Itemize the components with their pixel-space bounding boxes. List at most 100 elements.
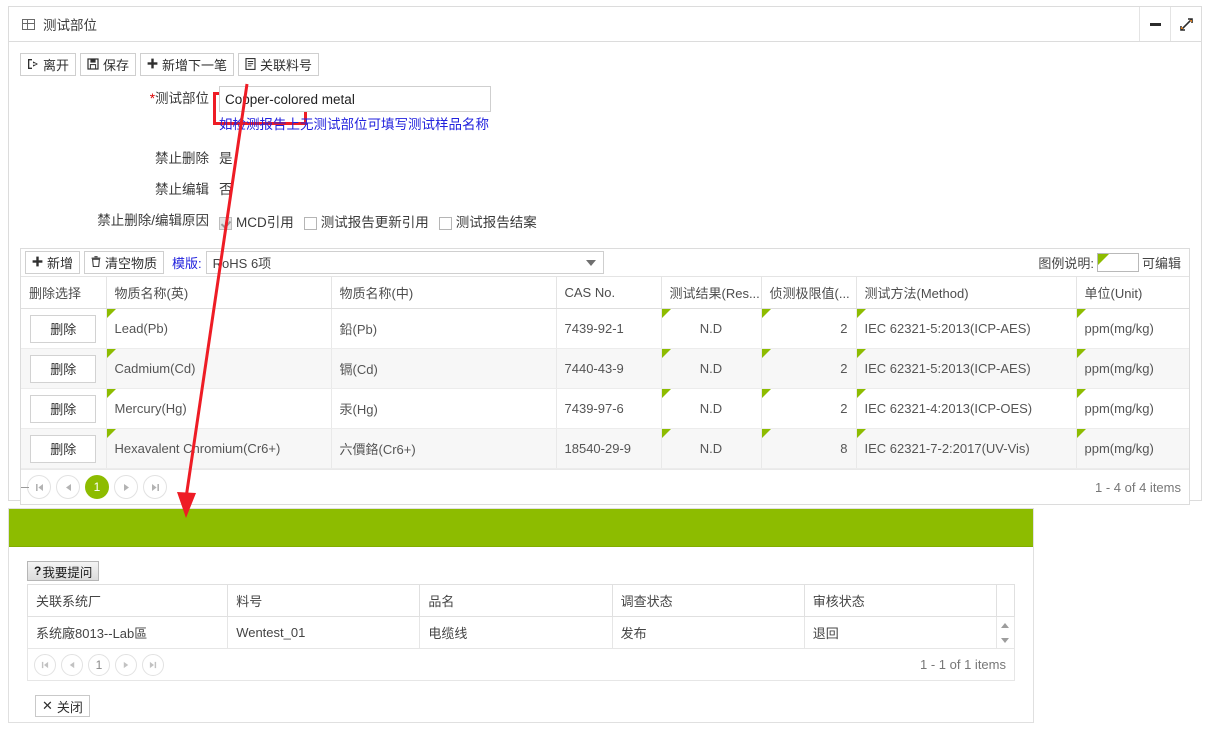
table-row: 系统廠8013--Lab區 Wentest_01 电缆线 发布 退回	[26, 616, 1016, 649]
col-part-no[interactable]: 料号	[227, 584, 421, 617]
col-result[interactable]: 测试结果(Res...	[661, 277, 762, 309]
checkbox-mcd-reference[interactable]: MCD引用	[219, 210, 294, 236]
cell-unit[interactable]: ppm(mg/kg)	[1076, 308, 1189, 349]
cell-result[interactable]: N.D	[661, 348, 762, 389]
col-detection-limit[interactable]: 侦测极限值(...	[761, 277, 857, 309]
test-part-input[interactable]	[219, 86, 491, 112]
checkbox-icon-mcd[interactable]	[219, 216, 232, 230]
cell-detection-limit[interactable]: 2	[761, 388, 857, 429]
plus-icon	[32, 256, 43, 269]
cell-detection-limit[interactable]: 8	[761, 428, 857, 469]
minimize-button[interactable]	[1139, 7, 1170, 41]
add-next-button-label: 新增下一笔	[162, 58, 228, 73]
cell-method[interactable]: IEC 62321-4:2013(ICP-OES)	[856, 388, 1077, 429]
reason-checkbox-group: MCD引用 测试报告更新引用 测试报告结案	[219, 208, 1201, 236]
grid-add-button[interactable]: 新增	[25, 251, 81, 274]
add-next-button[interactable]: 新增下一笔	[140, 53, 235, 76]
col-unit[interactable]: 单位(Unit)	[1076, 277, 1189, 309]
cell-unit[interactable]: ppm(mg/kg)	[1076, 348, 1189, 389]
col-cas-no[interactable]: CAS No.	[556, 277, 662, 309]
scroll-down-icon[interactable]	[1001, 637, 1010, 643]
substance-table-body: 删除 Lead(Pb) 鉛(Pb) 7439-92-1 N.D 2 IEC 62…	[21, 308, 1189, 469]
cell-method[interactable]: IEC 62321-7-2:2017(UV-Vis)	[856, 428, 1077, 469]
test-part-value-cell: 如检测报告上无测试部位可填写测试样品名称	[219, 86, 1201, 136]
grid-pager: 1 1 - 4 of 4 items	[21, 469, 1189, 504]
expand-button[interactable]	[1170, 7, 1201, 41]
legend-swatch-editable	[1096, 253, 1139, 272]
delete-row-button[interactable]: 删除	[30, 354, 97, 383]
checkbox-report-update-reference[interactable]: 测试报告更新引用	[303, 210, 429, 236]
vertical-scrollbar[interactable]	[995, 616, 1016, 649]
cell-result[interactable]: N.D	[661, 428, 762, 469]
delete-row-button[interactable]: 删除	[30, 394, 97, 423]
question-icon: ?	[34, 564, 42, 578]
link-part-no-button[interactable]: 关联料号	[238, 53, 320, 76]
delete-row-button[interactable]: 删除	[30, 434, 97, 463]
checkbox-icon-report-update[interactable]	[303, 216, 317, 230]
col-linked-system-plant[interactable]: 关联系统厂	[26, 584, 229, 617]
cell-method[interactable]: IEC 62321-5:2013(ICP-AES)	[856, 348, 1077, 389]
page-last-button[interactable]	[143, 475, 167, 499]
trash-icon	[91, 256, 101, 269]
cell-name-en[interactable]: Cadmium(Cd)	[106, 348, 332, 389]
col-name-cn[interactable]: 物质名称(中)	[331, 277, 557, 309]
cell-name-en[interactable]: Hexavalent Chromium(Cr6+)	[106, 428, 332, 469]
col-method[interactable]: 测试方法(Method)	[856, 277, 1077, 309]
linked-part-header-row: 关联系统厂 料号 品名 调查状态 审核状态	[26, 584, 1016, 617]
page-prev-button[interactable]	[56, 475, 80, 499]
template-dropdown-value: RoHS 6项	[212, 256, 272, 271]
checkbox-report-closed[interactable]: 测试报告结案	[438, 210, 537, 236]
reason-label: 禁止删除/编辑原因	[97, 213, 209, 228]
close-icon: ✕	[42, 698, 53, 713]
col-product-name[interactable]: 品名	[419, 584, 613, 617]
col-name-en[interactable]: 物质名称(英)	[106, 277, 332, 309]
page-number-button[interactable]: 1	[88, 653, 110, 676]
cell-detection-limit[interactable]: 2	[761, 308, 857, 349]
col-delete-select[interactable]: 删除选择	[21, 277, 107, 309]
cell-name-cn: 六價鉻(Cr6+)	[331, 428, 557, 469]
save-button[interactable]: 保存	[80, 53, 137, 76]
form-row-reason: 禁止删除/编辑原因 MCD引用 测试报告更新引用 测试报告结案	[9, 208, 1201, 236]
grid-toolbar: 新增 清空物质 模版: RoHS 6项 图例说明: 可编辑	[21, 249, 1189, 277]
leave-button[interactable]: 离开	[20, 53, 77, 76]
page-first-button[interactable]	[34, 653, 56, 676]
table-row: 删除 Cadmium(Cd) 镉(Cd) 7440-43-9 N.D 2 IEC…	[21, 348, 1189, 389]
page-number-button[interactable]: 1	[85, 475, 109, 499]
col-review-status[interactable]: 审核状态	[803, 584, 997, 617]
cell-unit[interactable]: ppm(mg/kg)	[1076, 388, 1189, 429]
cell-detection-limit[interactable]: 2	[761, 348, 857, 389]
expand-icon	[1179, 17, 1194, 32]
cell-unit[interactable]: ppm(mg/kg)	[1076, 428, 1189, 469]
substance-grid: 新增 清空物质 模版: RoHS 6项 图例说明: 可编辑 删除选择 物质名称(…	[20, 248, 1190, 505]
cell-delete: 删除	[21, 428, 107, 469]
checkbox-mcd-label: MCD引用	[236, 215, 294, 230]
col-survey-status[interactable]: 调查状态	[611, 584, 805, 617]
close-button[interactable]: ✕ 关闭	[35, 695, 90, 717]
grid-clear-substances-button[interactable]: 清空物质	[84, 251, 165, 274]
page-next-button[interactable]	[114, 475, 138, 499]
popup-pager-info: 1 - 1 of 1 items	[920, 657, 1006, 672]
linked-part-table-body: 系统廠8013--Lab區 Wentest_01 电缆线 发布 退回	[26, 616, 1016, 649]
col-scrollbar-spacer	[995, 584, 1016, 617]
app-screenshot: 测试部位 离开 保存 新增下一笔 关联料号 *测试部位 Copper-color…	[0, 0, 1210, 731]
cell-name-en[interactable]: Lead(Pb)	[106, 308, 332, 349]
cell-result[interactable]: N.D	[661, 388, 762, 429]
cell-cas-no: 7439-97-6	[556, 388, 662, 429]
cell-result[interactable]: N.D	[661, 308, 762, 349]
page-first-button[interactable]	[27, 475, 51, 499]
page-last-button[interactable]	[142, 653, 164, 676]
delete-row-button[interactable]: 删除	[30, 314, 97, 343]
cell-delete: 删除	[21, 388, 107, 429]
cell-method[interactable]: IEC 62321-5:2013(ICP-AES)	[856, 308, 1077, 349]
page-next-button[interactable]	[115, 653, 137, 676]
cell-cas-no: 7439-92-1	[556, 308, 662, 349]
template-dropdown[interactable]: RoHS 6项	[205, 251, 604, 274]
form-row-test-part: *测试部位 如检测报告上无测试部位可填写测试样品名称	[9, 86, 1201, 136]
reason-value-cell: MCD引用 测试报告更新引用 测试报告结案	[219, 208, 1201, 236]
table-row: 删除 Hexavalent Chromium(Cr6+) 六價鉻(Cr6+) 1…	[21, 428, 1189, 469]
ask-question-button[interactable]: ? 我要提问	[27, 561, 100, 581]
scroll-up-icon[interactable]	[1001, 622, 1010, 628]
checkbox-icon-report-closed[interactable]	[438, 216, 452, 230]
cell-name-en[interactable]: Mercury(Hg)	[106, 388, 332, 429]
page-prev-button[interactable]	[61, 653, 83, 676]
